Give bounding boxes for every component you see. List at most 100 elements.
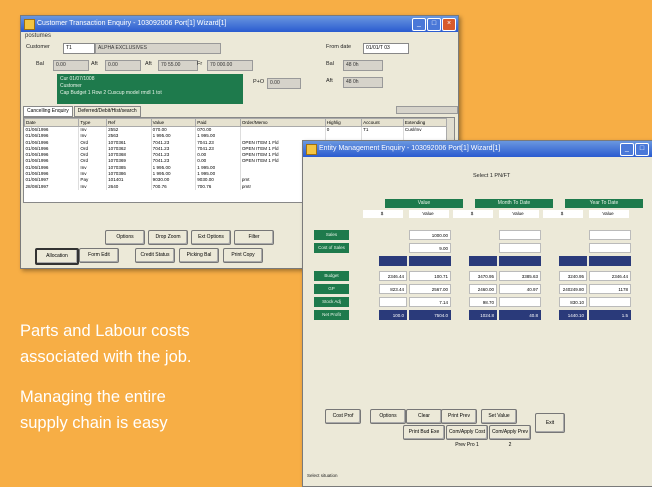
value-cell: 1000.00 (409, 230, 451, 240)
action-button[interactable]: Allocation (35, 248, 79, 265)
bal-label: Bal (36, 61, 44, 67)
from-date-label: From date (326, 44, 352, 50)
column-group-header: Month To Date (475, 199, 553, 208)
minimize-icon[interactable]: _ (412, 18, 426, 31)
table-cell: Inv (78, 126, 108, 134)
action-button[interactable]: Cost Prof (325, 409, 361, 424)
close-icon[interactable]: × (442, 18, 456, 31)
customer-label: Customer (26, 44, 50, 50)
minimize-icon[interactable]: _ (620, 143, 634, 156)
bal-right-label: Bal (326, 61, 334, 67)
pvo-label: P+O (253, 79, 265, 85)
sub-header: Value (499, 210, 539, 218)
column-group-header: Value (385, 199, 463, 208)
table-cell: 070.00 (151, 126, 197, 134)
row-label: Net Profit (314, 310, 349, 320)
customer-name-field: ALPHA EXCLUSIVES (95, 43, 221, 54)
column-header[interactable]: Date (24, 118, 80, 127)
row-label: GP (314, 284, 349, 294)
value-cell: 3385.63 (499, 271, 541, 281)
value-cell (589, 230, 631, 240)
value-cell: 98.70 (469, 297, 497, 307)
maximize-icon[interactable]: □ (427, 18, 441, 31)
value-cell: 2460.00 (469, 284, 497, 294)
value-cell: 2346.44 (379, 271, 407, 281)
value-cell (499, 256, 541, 266)
value-cell: 9.00 (409, 243, 451, 253)
column-header[interactable]: Type (78, 118, 108, 127)
action-button[interactable]: Form Edit (79, 248, 119, 263)
table-row[interactable]: 01/06/1996 Inv 2552 070.00 070.00 0 T1 Cusl/Inv (24, 126, 454, 134)
action-button[interactable]: Com/Apply Prev 2 (489, 425, 531, 448)
bal-value: 0.00 (53, 60, 89, 71)
value-cell: 1.5 (589, 310, 631, 320)
column-header[interactable]: Highlig (324, 118, 363, 127)
action-button[interactable]: Drop Zoom (148, 230, 188, 245)
caption-line: associated with the job. (20, 348, 192, 366)
window-titlebar[interactable]: Customer Transaction Enquiry - 103092006… (21, 16, 458, 32)
table-cell: 01/06/1996 (24, 126, 80, 134)
action-button[interactable]: Set Value (481, 409, 517, 424)
aft-value-2: 70 55.00 (158, 60, 198, 71)
window-titlebar[interactable]: Entity Management Enquiry - 103092006 Po… (303, 141, 652, 157)
action-button[interactable]: Options (370, 409, 406, 424)
action-button[interactable]: Print Bud Exe (403, 425, 445, 440)
action-button[interactable]: Print Copy (223, 248, 263, 263)
action-button[interactable]: Filter (234, 230, 274, 245)
customer-code-field[interactable]: T1 (63, 43, 95, 54)
action-button[interactable]: Picking Bal (179, 248, 219, 263)
action-button[interactable]: Com/Apply Cost Prev Pro 1 (446, 425, 488, 448)
value-cell (379, 256, 407, 266)
value-cell: 40.8 (499, 310, 541, 320)
value-cell (379, 297, 407, 307)
action-button[interactable]: Ext Options (191, 230, 231, 245)
table-cell: 28/08/1997 (24, 183, 80, 190)
caption-line: supply chain is easy (20, 414, 168, 432)
row-label: Budget (314, 271, 349, 281)
aft-label-2: Aft (145, 61, 152, 67)
tab-strip: Cancelling Enquiry Deferred/Debit/Hist/s… (23, 106, 141, 117)
value-cell (409, 256, 451, 266)
action-button[interactable]: Options (105, 230, 145, 245)
menu-bar[interactable]: postumes (21, 32, 458, 43)
action-button[interactable]: Exit (535, 413, 565, 433)
row-label: Stock Adj (314, 297, 349, 307)
sub-header: $ (363, 210, 403, 218)
column-header[interactable]: Paid (195, 118, 241, 127)
action-button[interactable]: Credit Status (135, 248, 175, 263)
row-label: Cost of Sales (314, 243, 349, 253)
table-cell: 0 (325, 126, 363, 134)
action-button[interactable]: Print Prev (441, 409, 477, 424)
value-cell (499, 297, 541, 307)
bal-right-value: 48 0h (343, 60, 383, 71)
caption-line: Parts and Labour costs (20, 322, 190, 340)
aft-right-label: Aft (326, 78, 333, 84)
pvo-value: 0.00 (267, 78, 301, 89)
app-icon (24, 19, 35, 30)
column-header[interactable]: Value (150, 118, 197, 127)
column-header[interactable]: Ref (106, 118, 152, 127)
column-header[interactable]: Order/Memo (239, 118, 326, 127)
entity-subtitle: Select 1 PN/FT (473, 173, 511, 179)
action-button[interactable]: Clear (406, 409, 442, 424)
fr-value: 70 000.00 (207, 60, 253, 71)
fr-label: Fr (197, 61, 203, 67)
value-cell: 2346.44 (589, 271, 631, 281)
value-cell: 7.14 (409, 297, 451, 307)
tab-deferred-debit[interactable]: Deferred/Debit/Hist/search (73, 106, 141, 117)
aft-value-1: 0.00 (105, 60, 141, 71)
tab-cancelling-enquiry[interactable]: Cancelling Enquiry (23, 106, 73, 117)
sub-header: Value (589, 210, 629, 218)
from-date-field[interactable]: 01/01/T 03 (363, 43, 409, 54)
table-cell: T1 (361, 126, 404, 134)
sub-header: $ (453, 210, 493, 218)
maximize-icon[interactable]: □ (635, 143, 649, 156)
column-header[interactable]: Account (361, 118, 404, 127)
entity-management-window: Entity Management Enquiry - 103092006 Po… (302, 140, 652, 487)
value-cell (559, 256, 587, 266)
notes-line: Cap Budget 1 Row 2 Cuscup model rmdl 1 t… (60, 90, 162, 96)
column-group-header: Year To Date (565, 199, 643, 208)
table-cell (240, 126, 326, 134)
table-cell: 700.76 (195, 183, 241, 190)
notes-line: Customer (60, 83, 82, 89)
